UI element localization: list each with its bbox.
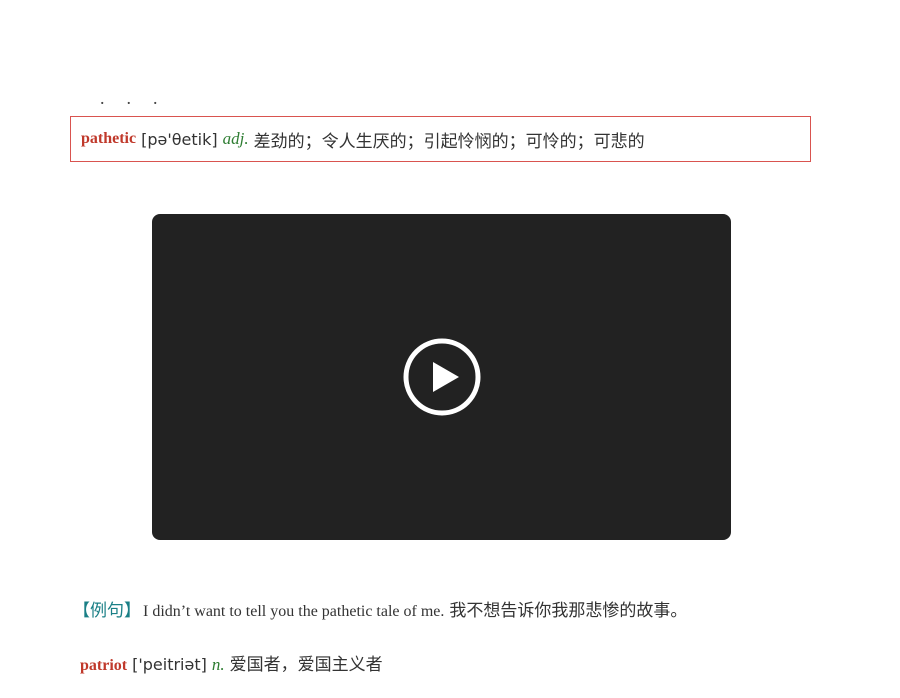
entry-definition: 差劲的；令人生厌的；引起怜悯的；可怜的；可悲的 (253, 131, 645, 152)
play-icon (403, 338, 481, 416)
entry-phonetic: [pə'θetik] (141, 129, 218, 149)
entry-part-of-speech: adj. (222, 129, 249, 148)
example-chinese: 我不想告诉你我那悲惨的故事。 (449, 601, 688, 621)
example-sentence: 【例句】 I didn’t want to tell you the pathe… (73, 596, 687, 621)
play-button[interactable] (402, 337, 482, 417)
entry-part-of-speech: n. (211, 655, 225, 674)
entry-word: pathetic (81, 130, 137, 147)
entry-phonetic: ['peitriət] (132, 655, 207, 674)
example-label: 【例句】 (73, 601, 141, 621)
next-word-entry: patriot ['peitriət] n. 爱国者，爱国主义者 (80, 650, 383, 675)
highlighted-word-entry: pathetic [pə'θetik] adj. 差劲的；令人生厌的；引起怜悯的… (70, 116, 811, 162)
entry-definition: 爱国者，爱国主义者 (229, 655, 383, 675)
cut-off-text-fragment: ... (100, 92, 180, 104)
example-english: I didn’t want to tell you the pathetic t… (143, 603, 445, 620)
entry-word: patriot (80, 657, 128, 674)
